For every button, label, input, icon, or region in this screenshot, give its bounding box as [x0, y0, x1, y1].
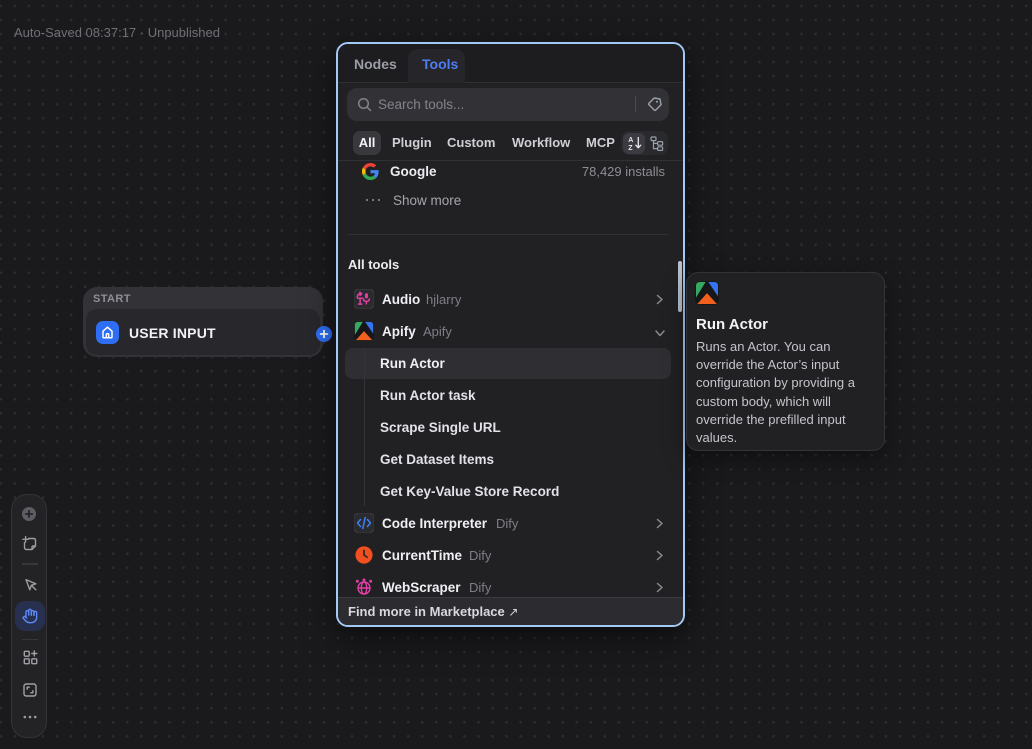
svg-text:Z: Z	[628, 145, 633, 152]
svg-text:A: A	[628, 137, 633, 144]
